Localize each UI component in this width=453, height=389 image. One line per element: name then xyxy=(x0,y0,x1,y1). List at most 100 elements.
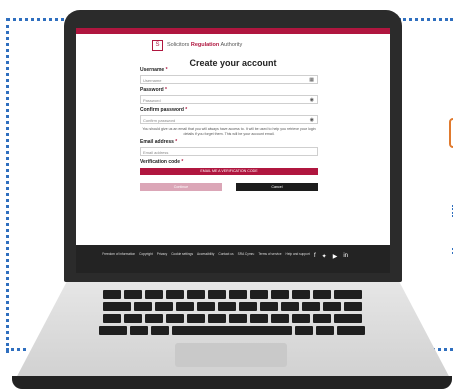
twitter-icon[interactable]: ✦ xyxy=(322,253,327,260)
key xyxy=(270,314,289,323)
create-account-button[interactable]: Continue xyxy=(140,183,222,192)
email-hint: You should give us an email that you wil… xyxy=(142,127,316,136)
required-marker: * xyxy=(185,107,188,113)
footer-social: f ✦ ▶ in xyxy=(314,253,348,260)
show-password-icon[interactable]: ◉ xyxy=(310,97,314,103)
facebook-icon[interactable]: f xyxy=(314,253,316,260)
key xyxy=(228,314,247,323)
verification-label: Verification code * xyxy=(140,159,318,165)
brand-name-suffix: Authority xyxy=(220,42,243,48)
send-verification-code-button[interactable]: EMAIL ME A VERIFICATION CODE xyxy=(140,168,318,176)
key xyxy=(343,302,362,311)
laptop-keyboard xyxy=(82,290,382,336)
brand-logo-icon: S xyxy=(152,39,163,51)
key xyxy=(249,314,268,323)
linkedin-icon[interactable]: in xyxy=(343,253,348,260)
brand-name: Solicitors Regulation Authority xyxy=(167,42,242,48)
form-actions: Continue Cancel xyxy=(140,183,318,192)
footer-link-help[interactable]: Help and support xyxy=(286,252,310,256)
required-marker: * xyxy=(175,139,178,146)
key xyxy=(295,326,313,335)
key xyxy=(217,302,236,311)
autofill-icon[interactable]: ▦ xyxy=(309,77,314,83)
password-field[interactable]: Password ◉ xyxy=(140,95,318,104)
site-footer: Freedom of information Copyright Privacy… xyxy=(76,245,390,273)
brand-name-prefix: Solicitors xyxy=(167,42,190,48)
dotted-line-left xyxy=(6,18,9,353)
footer-link-copyright[interactable]: Copyright xyxy=(139,252,153,256)
footer-link-foi[interactable]: Freedom of information xyxy=(102,252,135,256)
key xyxy=(123,314,142,323)
key xyxy=(133,302,152,311)
keyboard-row xyxy=(82,290,382,299)
required-marker: * xyxy=(181,159,184,166)
footer-link-terms[interactable]: Terms of service xyxy=(258,252,281,256)
key xyxy=(228,290,247,299)
key xyxy=(123,290,142,299)
key xyxy=(102,302,131,311)
confirm-password-placeholder: Confirm password xyxy=(143,118,176,123)
key xyxy=(291,314,310,323)
cancel-button[interactable]: Cancel xyxy=(236,183,318,192)
password-label-text: Password xyxy=(140,87,164,93)
key xyxy=(301,302,320,311)
laptop-base-front xyxy=(12,376,452,389)
key xyxy=(154,302,173,311)
key xyxy=(291,290,310,299)
footer-link-privacy[interactable]: Privacy xyxy=(157,252,167,256)
password-placeholder: Password xyxy=(143,98,161,103)
show-confirm-password-icon[interactable]: ◉ xyxy=(310,117,314,123)
brand-header[interactable]: S Solicitors Regulation Authority xyxy=(152,39,390,51)
key xyxy=(165,314,184,323)
keyboard-row xyxy=(82,314,382,323)
footer-links: Freedom of information Copyright Privacy… xyxy=(96,252,316,256)
key xyxy=(238,302,257,311)
key xyxy=(259,302,278,311)
email-label-text: Email address xyxy=(140,139,174,146)
username-label: Username * xyxy=(140,67,318,73)
required-marker: * xyxy=(165,87,167,93)
key xyxy=(130,326,148,335)
email-field[interactable]: Email address xyxy=(140,147,318,157)
key xyxy=(312,290,331,299)
key xyxy=(316,326,334,335)
laptop-screen: S Solicitors Regulation Authority Create… xyxy=(76,28,390,273)
footer-link-cymru[interactable]: SRA Cymru xyxy=(238,252,255,256)
keyboard-row xyxy=(82,302,382,311)
laptop-trackpad xyxy=(175,343,287,367)
dotted-line-top-right xyxy=(398,18,453,21)
username-field[interactable]: Username ▦ xyxy=(140,75,318,84)
footer-link-cookies[interactable]: Cookie settings xyxy=(171,252,193,256)
confirm-password-field[interactable]: Confirm password ◉ xyxy=(140,115,318,124)
key xyxy=(99,326,127,335)
spacebar-key xyxy=(172,326,292,335)
username-placeholder: Username xyxy=(143,78,162,83)
email-label: Email address * xyxy=(140,139,318,145)
key xyxy=(102,290,121,299)
create-account-form: Username * Username ▦ Password * Passwor… xyxy=(140,64,318,192)
dotted-line-bottom-left xyxy=(6,348,26,351)
key xyxy=(207,290,226,299)
footer-link-accessibility[interactable]: Accessibility xyxy=(197,252,214,256)
side-badge xyxy=(449,118,453,148)
key xyxy=(186,314,205,323)
key xyxy=(312,314,331,323)
key xyxy=(249,290,268,299)
key xyxy=(270,290,289,299)
key xyxy=(144,314,163,323)
key xyxy=(280,302,299,311)
dotted-line-top xyxy=(6,18,72,21)
key xyxy=(207,314,226,323)
confirm-password-label-text: Confirm password xyxy=(140,107,184,113)
footer-link-contact[interactable]: Contact us xyxy=(218,252,233,256)
confirm-password-label: Confirm password * xyxy=(140,107,318,113)
key xyxy=(151,326,169,335)
key xyxy=(175,302,194,311)
youtube-icon[interactable]: ▶ xyxy=(333,253,338,260)
laptop-lid: S Solicitors Regulation Authority Create… xyxy=(64,10,402,282)
key xyxy=(196,302,215,311)
key xyxy=(186,290,205,299)
email-placeholder: Email address xyxy=(143,150,169,156)
required-marker: * xyxy=(165,67,168,73)
key xyxy=(322,302,341,311)
